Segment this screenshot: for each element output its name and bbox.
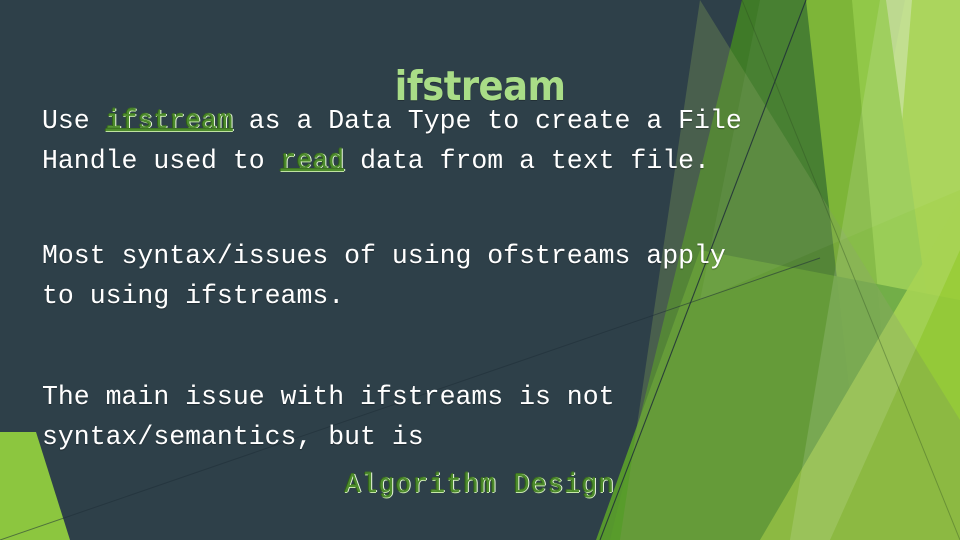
keyword-ifstream: ifstream [105, 106, 233, 136]
text-run: Use [42, 106, 106, 136]
text-run: as a Data Type to create a File [232, 106, 742, 136]
paragraph-1-line-2: Handle used to read data from a text fil… [42, 141, 932, 181]
text-run: data from a text file. [344, 146, 710, 176]
paragraph-3-line-2: syntax/semantics, but is [42, 422, 424, 452]
paragraph-3-line-1: The main issue with ifstreams is not [42, 382, 615, 412]
closing-emphasis-text: Algorithm Design [344, 470, 616, 500]
presentation-slide: ifstream Use ifstream as a Data Type to … [0, 0, 960, 540]
paragraph-1: Use ifstream as a Data Type to create a … [42, 101, 932, 181]
text-run: Handle used to [42, 146, 281, 176]
paragraph-2-line-2: to using ifstreams. [42, 281, 345, 311]
paragraph-3: The main issue with ifstreams is not syn… [42, 377, 932, 457]
paragraph-1-line-1: Use ifstream as a Data Type to create a … [42, 101, 932, 141]
paragraph-2: Most syntax/issues of using ofstreams ap… [42, 236, 932, 316]
slide-content: ifstream Use ifstream as a Data Type to … [0, 0, 960, 540]
paragraph-2-line-1: Most syntax/issues of using ofstreams ap… [42, 241, 726, 271]
keyword-read: read [280, 146, 345, 176]
